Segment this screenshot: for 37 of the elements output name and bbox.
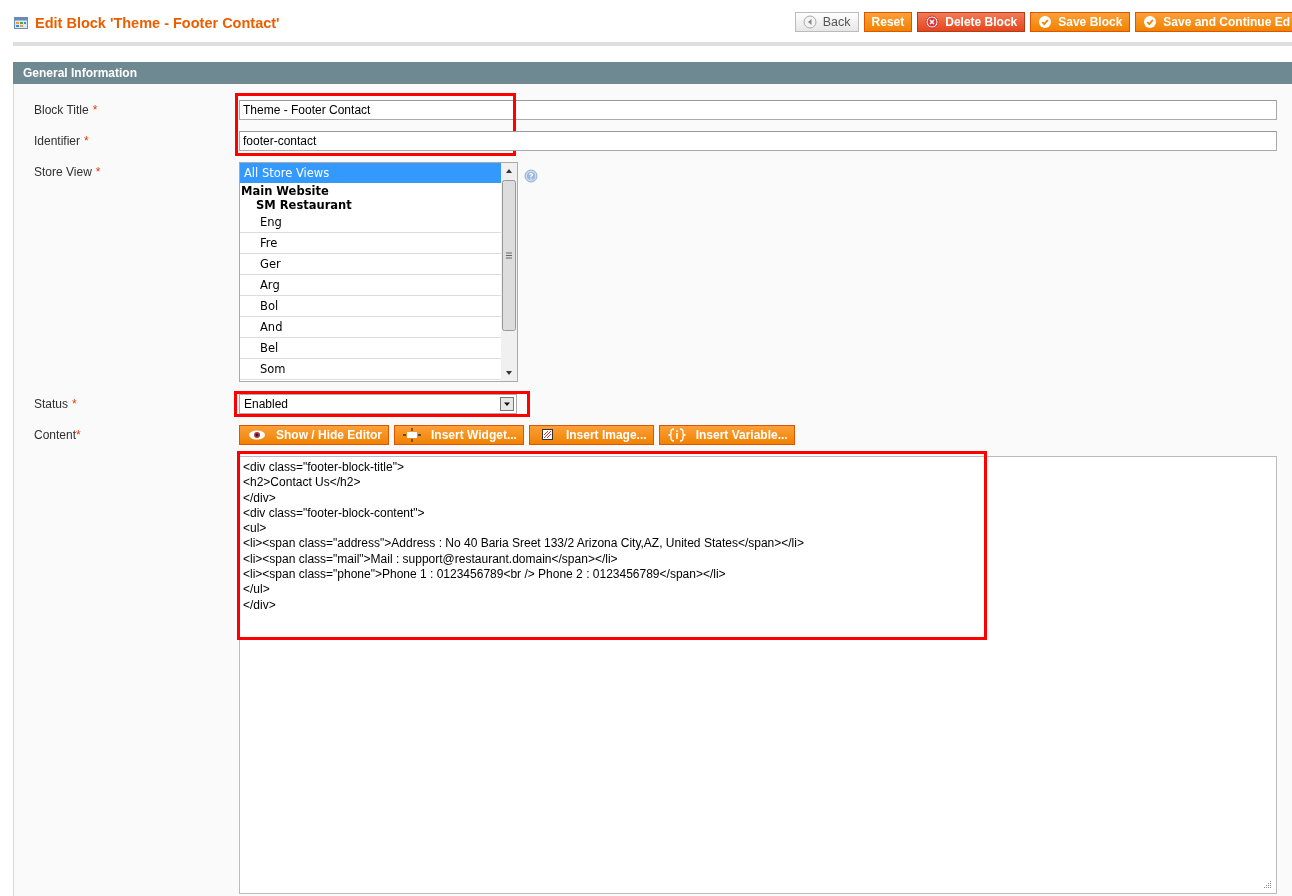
required-mark: * (72, 397, 77, 411)
close-icon (925, 15, 940, 29)
resize-grip-icon (1263, 880, 1272, 889)
list-option[interactable]: Bol (240, 296, 501, 317)
required-mark: * (92, 103, 98, 117)
required-mark: * (76, 428, 81, 442)
widget-icon (403, 428, 421, 442)
required-mark: * (95, 165, 101, 179)
status-dropdown[interactable]: Enabled (239, 394, 517, 414)
list-option[interactable]: Fre (240, 233, 501, 254)
section-header: General Information (13, 62, 1292, 84)
field-label: Content (34, 428, 77, 442)
field-label: Identifier (34, 134, 81, 148)
content-editor[interactable]: <div class="footer-block-title"> <h2>Contact Us</h2> </div> <div class="footer-block-content"> <ul> <li><span class="address">Address : No 40 Baria Sreet 133/2 Arizona City,AZ, United States</span></li> <li><span class="mail">Mail : support@restaurant.domain</span></li> <li><span class="phone">Phone 1 : 0123456789<br /> Phone 2 : 0123456789</span></li> </ul> </div> (239, 456, 1277, 894)
list-option[interactable]: And (240, 317, 501, 338)
page-title: Edit Block 'Theme - Footer Contact' (35, 15, 280, 31)
required-mark: * (84, 134, 89, 148)
field-label: Block Title (34, 103, 89, 117)
grid-icon (14, 17, 28, 29)
list-option[interactable]: Ger (240, 254, 501, 275)
text-field[interactable]: footer-contact (239, 131, 1277, 151)
group-heading: SM Restaurant (255, 198, 353, 212)
list-option[interactable]: Som (240, 359, 501, 380)
text-field[interactable]: Theme - Footer Contact (239, 100, 1277, 120)
checkmark-icon (1038, 15, 1053, 29)
group-heading: Main Website (240, 184, 330, 198)
list-option[interactable]: Eng (240, 212, 501, 233)
checkmark-icon (1143, 15, 1158, 29)
eye-icon (248, 428, 266, 442)
list-option[interactable]: Arg (240, 275, 501, 296)
field-label: Store View (34, 165, 92, 179)
store-view-list[interactable]: All Store Views Main Website SM Restaurant Eng Fre Ger Arg Bol And Bel Som (239, 162, 518, 382)
list-option[interactable]: Bel (240, 338, 501, 359)
field-label: Status (34, 397, 69, 411)
back-button[interactable]: Back (794, 12, 859, 32)
help-icon (524, 169, 538, 183)
variable-icon (667, 428, 686, 442)
